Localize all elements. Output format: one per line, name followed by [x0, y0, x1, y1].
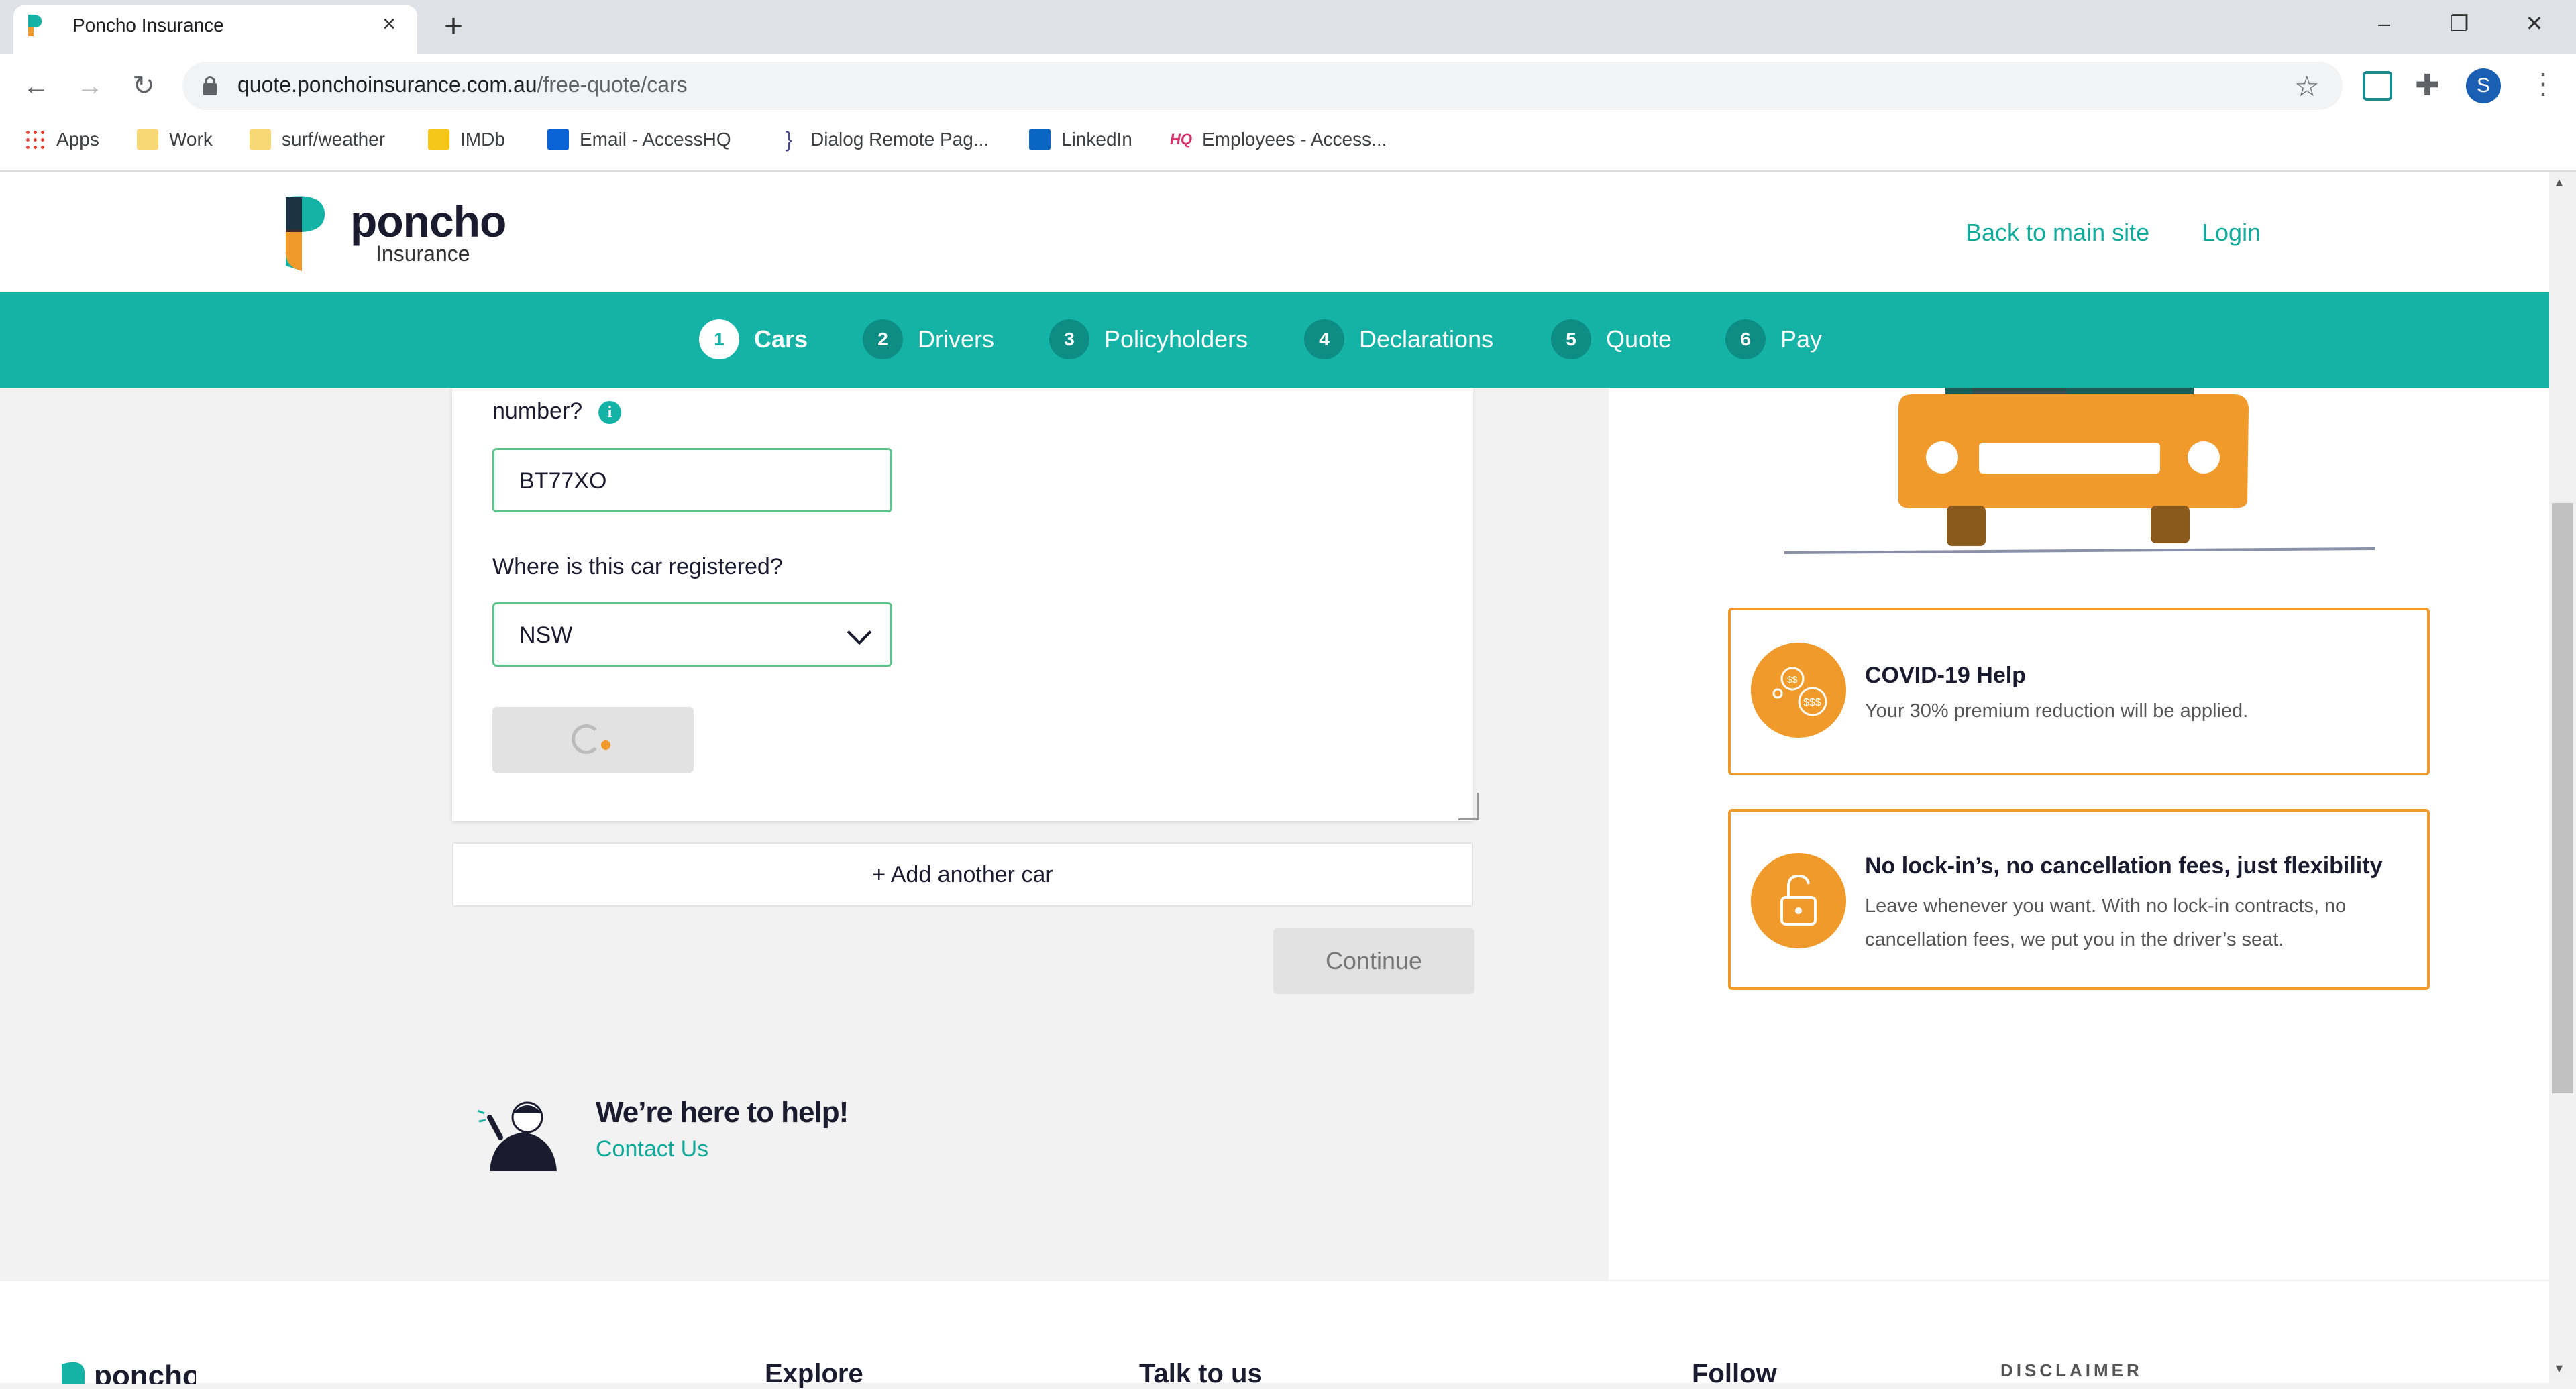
- restore-icon[interactable]: ❐: [2439, 7, 2479, 40]
- folder-icon: [250, 129, 271, 150]
- logo-wordmark[interactable]: poncho: [350, 196, 506, 247]
- new-tab-button[interactable]: +: [435, 8, 472, 46]
- scroll-down-arrow-icon[interactable]: ▼: [2553, 1362, 2565, 1376]
- no-lock-in-text: Leave whenever you want. With no lock-in…: [1865, 895, 2347, 950]
- registration-number-value: BT77XO: [519, 468, 607, 494]
- svg-text:$$: $$: [1787, 674, 1798, 685]
- site-footer: [0, 1280, 2549, 1383]
- scrollbar-thumb[interactable]: [2552, 503, 2573, 1093]
- registration-state-question: Where is this car registered?: [492, 554, 783, 579]
- poncho-logo-icon[interactable]: [282, 192, 329, 272]
- money-chat-icon: $$ $$$: [1751, 643, 1846, 738]
- step-number: 5: [1551, 319, 1591, 359]
- card-corner-marker: [1458, 793, 1479, 820]
- loading-spinner-icon: [572, 724, 601, 754]
- bookmark-linkedin[interactable]: LinkedIn: [1029, 126, 1132, 153]
- footer-talk-heading: Talk to us: [1139, 1359, 1263, 1388]
- footer-explore-heading: Explore: [765, 1359, 863, 1388]
- lock-icon: [203, 76, 217, 95]
- covid-text: Your 30% premium reduction will be appli…: [1865, 700, 2249, 722]
- step-label: Cars: [754, 325, 808, 353]
- spinner-dot: [601, 740, 610, 750]
- extensions-puzzle-icon[interactable]: ✚: [2415, 68, 2440, 103]
- forward-arrow-icon[interactable]: →: [71, 67, 109, 105]
- bookmark-email-accesshq[interactable]: Email - AccessHQ: [547, 126, 731, 153]
- reload-icon[interactable]: ↻: [125, 67, 162, 105]
- bookmark-label: Employees - Access...: [1202, 129, 1387, 150]
- step-policyholders[interactable]: 3 Policyholders: [1049, 318, 1248, 361]
- bookmark-label: surf/weather: [282, 129, 386, 150]
- step-drivers[interactable]: 2 Drivers: [863, 318, 994, 361]
- logo-subtitle: Insurance: [376, 241, 470, 266]
- profile-avatar[interactable]: S: [2466, 68, 2501, 103]
- bookmark-label: Dialog Remote Pag...: [810, 129, 989, 150]
- continue-button[interactable]: Continue: [1273, 928, 1474, 994]
- step-declarations[interactable]: 4 Declarations: [1304, 318, 1493, 361]
- no-lock-in-title: No lock-in’s, no cancellation fees, just…: [1865, 853, 2383, 879]
- step-number: 6: [1725, 319, 1766, 359]
- bookmark-apps[interactable]: Apps: [24, 126, 99, 153]
- linkedin-icon: [1029, 129, 1051, 150]
- bookmark-label: Apps: [56, 129, 99, 150]
- browser-menu-icon[interactable]: ⋮: [2529, 67, 2557, 100]
- unlocked-padlock-icon: [1751, 853, 1846, 948]
- poncho-favicon-icon: [28, 14, 42, 36]
- info-icon[interactable]: i: [598, 401, 621, 424]
- footer-logo-icon[interactable]: poncho: [62, 1357, 196, 1384]
- step-quote[interactable]: 5 Quote: [1551, 318, 1672, 361]
- bookmark-label: IMDb: [460, 129, 505, 150]
- step-number: 1: [699, 319, 739, 359]
- registration-number-question: number?: [492, 398, 583, 424]
- bookmark-label: Work: [169, 129, 213, 150]
- step-pay[interactable]: 6 Pay: [1725, 318, 1822, 361]
- dialog-icon: }: [785, 127, 793, 152]
- window-close-icon[interactable]: ✕: [2514, 7, 2555, 40]
- url-host: quote.ponchoinsurance.com.au: [237, 72, 537, 97]
- login-link[interactable]: Login: [2202, 219, 2261, 247]
- bookmark-star-icon[interactable]: ☆: [2294, 70, 2320, 103]
- bookmark-label: LinkedIn: [1061, 129, 1132, 150]
- step-label: Declarations: [1359, 325, 1494, 353]
- step-label: Quote: [1606, 325, 1672, 353]
- support-person-icon: [477, 1101, 557, 1171]
- add-another-car-button[interactable]: + Add another car: [452, 842, 1473, 907]
- bookmark-imdb[interactable]: IMDb: [428, 126, 505, 153]
- registration-state-value: NSW: [519, 622, 573, 648]
- tab-title: Poncho Insurance: [72, 15, 224, 36]
- step-label: Policyholders: [1104, 325, 1248, 353]
- extension-icon[interactable]: [2363, 71, 2392, 101]
- back-arrow-icon[interactable]: ←: [17, 67, 55, 105]
- bookmark-label: Email - AccessHQ: [580, 129, 731, 150]
- svg-text:poncho: poncho: [94, 1359, 196, 1384]
- imdb-icon: [428, 129, 449, 150]
- bookmark-surf-weather[interactable]: surf/weather: [250, 126, 385, 153]
- url-path: /free-quote/cars: [537, 72, 688, 97]
- help-title: We’re here to help!: [596, 1096, 849, 1129]
- bookmark-work[interactable]: Work: [137, 126, 213, 153]
- step-number: 3: [1049, 319, 1089, 359]
- footer-disclaimer-heading: DISCLAIMER: [2000, 1360, 2143, 1380]
- tab-close-icon[interactable]: ×: [376, 11, 402, 38]
- back-to-main-site-link[interactable]: Back to main site: [1966, 219, 2149, 247]
- apps-grid-icon: [24, 129, 46, 150]
- step-number: 4: [1304, 319, 1344, 359]
- minimize-icon[interactable]: –: [2364, 7, 2404, 40]
- car-illustration: [1784, 388, 2375, 554]
- step-cars[interactable]: 1 Cars: [699, 318, 808, 361]
- hq-icon: HQ: [1170, 131, 1192, 148]
- progress-step-bar: [0, 292, 2549, 388]
- footer-follow-heading: Follow: [1692, 1359, 1777, 1388]
- outlook-icon: [547, 129, 569, 150]
- bookmark-dialog-remote[interactable]: } Dialog Remote Pag...: [778, 126, 989, 153]
- scroll-up-arrow-icon[interactable]: ▲: [2553, 176, 2565, 190]
- step-label: Pay: [1780, 325, 1823, 353]
- step-number: 2: [863, 319, 903, 359]
- contact-us-link[interactable]: Contact Us: [596, 1136, 708, 1162]
- covid-title: COVID-19 Help: [1865, 663, 2026, 688]
- svg-text:$$$: $$$: [1803, 697, 1821, 708]
- bookmark-employees-access[interactable]: HQ Employees - Access...: [1170, 126, 1387, 153]
- folder-icon: [137, 129, 158, 150]
- url-text[interactable]: quote.ponchoinsurance.com.au/free-quote/…: [237, 72, 688, 97]
- step-label: Drivers: [918, 325, 994, 353]
